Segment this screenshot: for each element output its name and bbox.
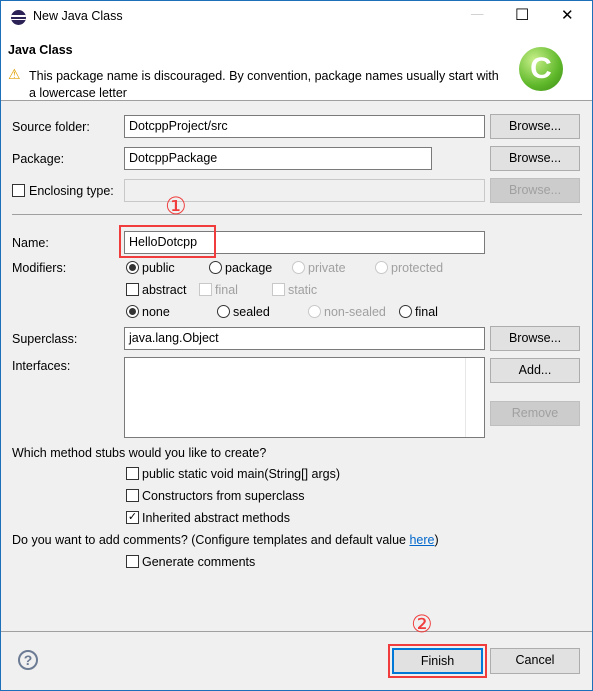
non-sealed-radio[interactable] <box>308 305 321 318</box>
comments-question-end: ) <box>434 533 439 547</box>
public-label: public <box>142 261 175 275</box>
java-class-logo-icon: C <box>519 47 563 91</box>
step-1-marker: ① <box>165 193 187 220</box>
generate-comments-checkbox[interactable] <box>126 555 139 568</box>
main-method-label: public static void main(String[] args) <box>142 467 340 481</box>
public-radio[interactable] <box>126 261 139 274</box>
inherited-abstract-checkbox[interactable]: ✓ <box>126 511 139 524</box>
cancel-button[interactable]: Cancel <box>490 648 580 674</box>
footer-separator <box>1 631 592 632</box>
static-checkbox[interactable] <box>272 283 285 296</box>
superclass-browse-button[interactable]: Browse... <box>490 326 580 351</box>
enclosing-type-checkbox[interactable] <box>12 184 25 197</box>
sealed-radio[interactable] <box>217 305 230 318</box>
warning-message: This package name is discouraged. By con… <box>29 69 499 100</box>
interfaces-list[interactable] <box>124 357 485 438</box>
enclosing-type-browse-button[interactable]: Browse... <box>490 178 580 203</box>
comments-question-text: Do you want to add comments? (Configure … <box>12 533 410 547</box>
new-java-class-dialog: New Java Class — ☐ ✕ Java Class ⚠ This p… <box>0 0 593 691</box>
separator <box>12 214 582 215</box>
sealed-label: sealed <box>233 305 270 319</box>
package-label: Package: <box>12 152 65 166</box>
source-folder-input[interactable]: DotcppProject/src <box>124 115 485 138</box>
non-sealed-label: non-sealed <box>324 305 386 319</box>
final-label: final <box>215 283 238 297</box>
window-title: New Java Class <box>33 9 123 23</box>
sealing-final-radio[interactable] <box>399 305 412 318</box>
private-radio[interactable] <box>292 261 305 274</box>
step-2-marker: ② <box>411 611 433 638</box>
method-stubs-question: Which method stubs would you like to cre… <box>12 446 267 460</box>
interfaces-add-button[interactable]: Add... <box>490 358 580 383</box>
generate-comments-label: Generate comments <box>142 555 256 569</box>
wizard-header: Java Class ⚠ This package name is discou… <box>1 33 592 101</box>
eclipse-icon <box>11 10 26 25</box>
enclosing-type-label: Enclosing type: <box>29 184 114 198</box>
package-input[interactable]: DotcppPackage <box>124 147 432 170</box>
protected-label: protected <box>391 261 444 275</box>
private-label: private <box>308 261 346 275</box>
finish-button[interactable]: Finish <box>392 648 483 674</box>
step-1-highlight <box>119 225 216 258</box>
constructors-label: Constructors from superclass <box>142 489 305 503</box>
name-label: Name: <box>12 236 49 250</box>
package-browse-button[interactable]: Browse... <box>490 146 580 171</box>
final-checkbox[interactable] <box>199 283 212 296</box>
superclass-input[interactable]: java.lang.Object <box>124 327 485 350</box>
configure-templates-link[interactable]: here <box>409 533 434 547</box>
wizard-title: Java Class <box>8 43 73 57</box>
source-folder-label: Source folder: <box>12 120 90 134</box>
main-method-checkbox[interactable] <box>126 467 139 480</box>
none-label: none <box>142 305 170 319</box>
none-radio[interactable] <box>126 305 139 318</box>
sealing-final-label: final <box>415 305 438 319</box>
interfaces-label: Interfaces: <box>12 359 71 373</box>
package-radio-label: package <box>225 261 273 275</box>
inherited-abstract-label: Inherited abstract methods <box>142 511 290 525</box>
warning-icon: ⚠ <box>8 66 21 82</box>
superclass-label: Superclass: <box>12 332 78 346</box>
help-icon[interactable]: ? <box>18 650 38 670</box>
title-bar: New Java Class — ☐ ✕ <box>1 1 592 33</box>
close-button[interactable]: ✕ <box>561 6 574 24</box>
constructors-checkbox[interactable] <box>126 489 139 502</box>
maximize-button[interactable]: ☐ <box>515 5 529 25</box>
abstract-label: abstract <box>142 283 187 297</box>
package-radio[interactable] <box>209 261 222 274</box>
static-label: static <box>288 283 318 297</box>
modifiers-label: Modifiers: <box>12 261 67 275</box>
source-folder-browse-button[interactable]: Browse... <box>490 114 580 139</box>
protected-radio[interactable] <box>375 261 388 274</box>
minimize-button[interactable]: — <box>471 7 484 21</box>
interfaces-remove-button[interactable]: Remove <box>490 401 580 426</box>
abstract-checkbox[interactable] <box>126 283 139 296</box>
comments-question: Do you want to add comments? (Configure … <box>12 533 439 547</box>
